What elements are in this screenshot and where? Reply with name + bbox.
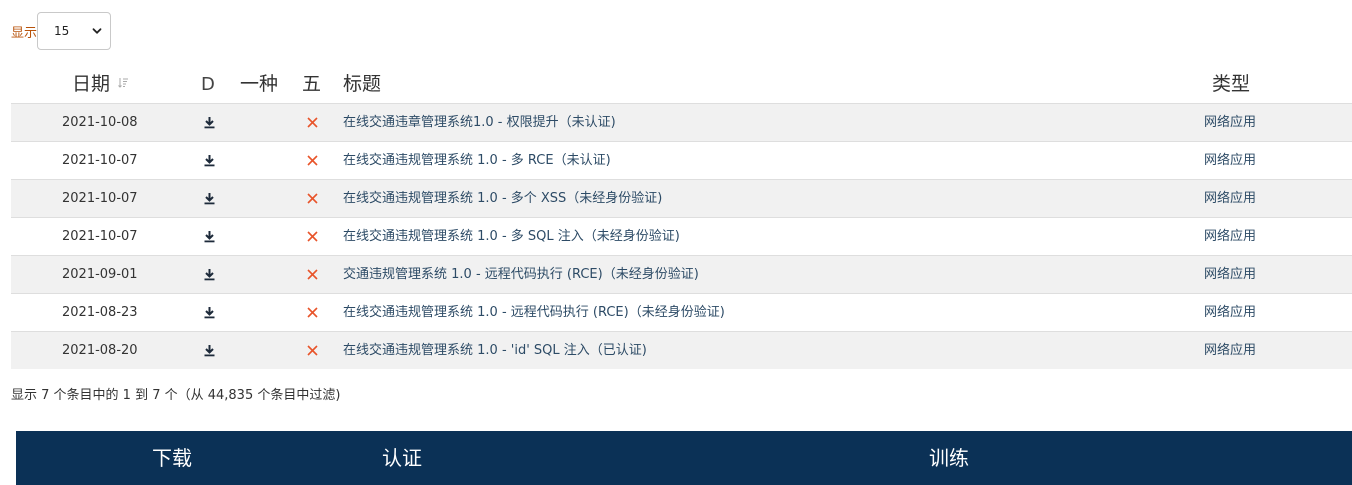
nav-training-link[interactable]: 训练: [929, 431, 969, 485]
download-icon[interactable]: [201, 256, 217, 293]
chevron-down-icon: [92, 28, 102, 34]
close-icon: [304, 218, 320, 255]
row-date: 2021-10-07: [62, 191, 138, 206]
nav-download-link[interactable]: 下载: [152, 431, 192, 485]
column-header-date[interactable]: 日期: [72, 66, 129, 103]
table-body: 2021-10-08 在线交通违章管理系统1.0 - 权限提升（未认证) 网络应…: [11, 103, 1352, 369]
table-header: 日期 D 一种 五 标题 类型: [11, 66, 1352, 103]
row-date: 2021-08-23: [62, 305, 138, 320]
download-icon[interactable]: [201, 332, 217, 369]
close-icon: [304, 104, 320, 141]
row-date: 2021-09-01: [62, 267, 138, 282]
table-row: 2021-08-20 在线交通违规管理系统 1.0 - 'id' SQL 注入（…: [11, 331, 1352, 369]
exploit-title-link[interactable]: 在线交通违规管理系统 1.0 - 多 SQL 注入（未经身份验证): [343, 218, 680, 255]
length-label: 显示: [11, 25, 38, 41]
table-row: 2021-08-23 在线交通违规管理系统 1.0 - 远程代码执行 (RCE)…: [11, 293, 1352, 331]
exploit-type-link[interactable]: 网络应用: [1204, 180, 1256, 217]
row-date: 2021-10-07: [62, 229, 138, 244]
table-row: 2021-10-07 在线交通违规管理系统 1.0 - 多 SQL 注入（未经身…: [11, 217, 1352, 255]
nav-certification-link[interactable]: 认证: [382, 431, 422, 485]
table-row: 2021-10-07 在线交通违规管理系统 1.0 - 多个 XSS（未经身份验…: [11, 179, 1352, 217]
table-info-text: 显示 7 个条目中的 1 到 7 个（从 44,835 个条目中过滤): [11, 388, 341, 403]
exploit-type-link[interactable]: 网络应用: [1204, 332, 1256, 369]
download-icon[interactable]: [201, 104, 217, 141]
column-header-wu[interactable]: 五: [302, 66, 321, 103]
close-icon: [304, 332, 320, 369]
exploit-title-link[interactable]: 在线交通违规管理系统 1.0 - 'id' SQL 注入（已认证): [343, 332, 647, 369]
row-date: 2021-10-07: [62, 153, 138, 168]
column-header-yi[interactable]: 一种: [240, 66, 278, 103]
download-icon[interactable]: [201, 294, 217, 331]
exploit-type-link[interactable]: 网络应用: [1204, 218, 1256, 255]
column-header-title[interactable]: 标题: [343, 66, 381, 103]
download-icon[interactable]: [201, 180, 217, 217]
column-header-type[interactable]: 类型: [1212, 66, 1250, 103]
download-icon[interactable]: [201, 142, 217, 179]
exploit-type-link[interactable]: 网络应用: [1204, 104, 1256, 141]
entries-length-control: 显示 15: [11, 12, 112, 50]
exploit-title-link[interactable]: 在线交通违规管理系统 1.0 - 多 RCE（未认证): [343, 142, 611, 179]
sort-icon: [118, 78, 129, 88]
exploit-type-link[interactable]: 网络应用: [1204, 142, 1256, 179]
exploit-type-link[interactable]: 网络应用: [1204, 294, 1256, 331]
column-header-date-label: 日期: [72, 73, 111, 95]
exploits-table: 日期 D 一种 五 标题 类型 2021-10-08 在线交通违章管理系统1.0…: [11, 66, 1352, 369]
row-date: 2021-10-08: [62, 115, 138, 130]
close-icon: [304, 256, 320, 293]
exploit-title-link[interactable]: 交通违规管理系统 1.0 - 远程代码执行 (RCE)（未经身份验证): [343, 256, 699, 293]
row-date: 2021-08-20: [62, 343, 138, 358]
table-row: 2021-10-08 在线交通违章管理系统1.0 - 权限提升（未认证) 网络应…: [11, 103, 1352, 141]
close-icon: [304, 142, 320, 179]
entries-per-page-value: 15: [54, 24, 70, 38]
download-icon[interactable]: [201, 218, 217, 255]
close-icon: [304, 294, 320, 331]
exploit-title-link[interactable]: 在线交通违规管理系统 1.0 - 多个 XSS（未经身份验证): [343, 180, 662, 217]
entries-per-page-select[interactable]: 15: [37, 12, 112, 50]
exploit-title-link[interactable]: 在线交通违章管理系统1.0 - 权限提升（未认证): [343, 104, 616, 141]
column-header-download[interactable]: D: [201, 66, 215, 103]
close-icon: [304, 180, 320, 217]
bottom-nav-bar: 下载 认证 训练: [16, 431, 1352, 485]
exploit-title-link[interactable]: 在线交通违规管理系统 1.0 - 远程代码执行 (RCE)（未经身份验证): [343, 294, 725, 331]
exploit-type-link[interactable]: 网络应用: [1204, 256, 1256, 293]
table-row: 2021-09-01 交通违规管理系统 1.0 - 远程代码执行 (RCE)（未…: [11, 255, 1352, 293]
table-row: 2021-10-07 在线交通违规管理系统 1.0 - 多 RCE（未认证) 网…: [11, 141, 1352, 179]
